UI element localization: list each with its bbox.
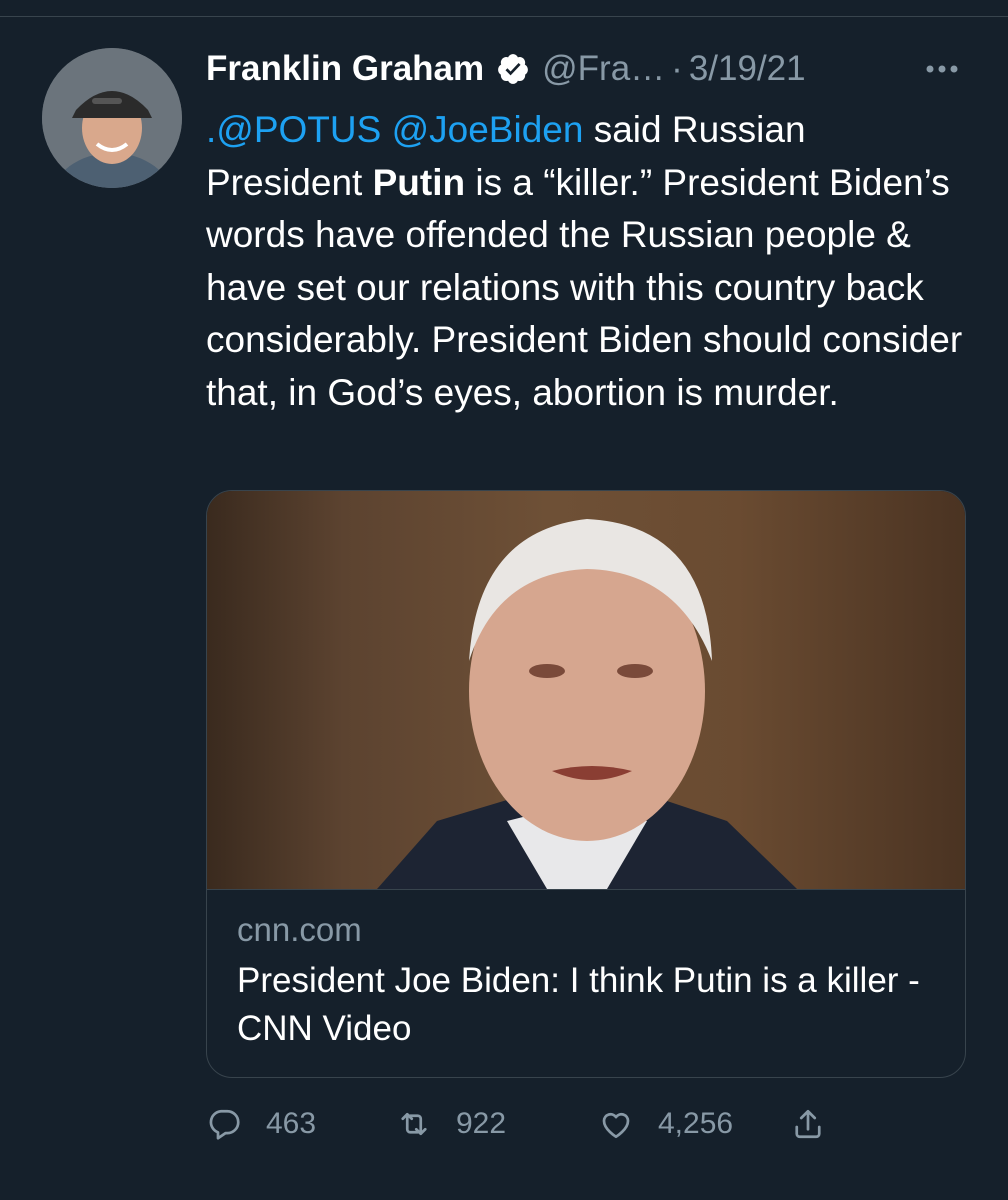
link-card-image xyxy=(207,491,965,890)
author-avatar[interactable] xyxy=(42,48,182,188)
mention-joebiden[interactable]: @JoeBiden xyxy=(392,109,584,150)
retweet-button[interactable]: 922 xyxy=(396,1100,506,1148)
reply-button[interactable]: 463 xyxy=(206,1100,316,1148)
author-display-name[interactable]: Franklin Graham xyxy=(206,49,484,89)
link-card-title: President Joe Biden: I think Putin is a … xyxy=(237,961,920,1048)
retweet-icon xyxy=(401,1112,427,1136)
verified-badge-icon xyxy=(496,52,530,86)
header-separator: · xyxy=(671,49,683,88)
tweet-text: .@POTUS @JoeBiden said Russian President… xyxy=(206,104,966,419)
link-card[interactable]: cnn.com President Joe Biden: I think Put… xyxy=(206,490,966,1078)
retweet-count: 922 xyxy=(456,1107,507,1140)
share-button[interactable] xyxy=(790,1100,826,1148)
reply-count: 463 xyxy=(266,1107,317,1140)
link-card-domain: cnn.com xyxy=(237,911,362,948)
reply-icon xyxy=(209,1109,240,1140)
tweet-view: Franklin Graham @Fra… · 3/19/21 .@POTUS … xyxy=(0,0,1008,1200)
like-count: 4,256 xyxy=(658,1107,734,1140)
tweet-date[interactable]: 3/19/21 xyxy=(689,49,806,89)
tweet-text-bold-putin: Putin xyxy=(372,161,466,203)
mention-potus[interactable]: .@POTUS xyxy=(206,109,381,150)
like-button[interactable]: 4,256 xyxy=(598,1100,733,1148)
card-photo xyxy=(377,519,797,889)
heart-icon xyxy=(602,1112,630,1139)
top-divider xyxy=(0,16,1008,17)
tweet-header: Franklin Graham @Fra… · 3/19/21 xyxy=(206,46,806,92)
share-icon xyxy=(795,1109,821,1139)
more-options-icon[interactable] xyxy=(922,55,962,83)
author-handle[interactable]: @Fra… xyxy=(542,49,665,89)
tweet-actions: 463 922 4,256 xyxy=(206,1100,966,1148)
avatar-photo xyxy=(42,48,182,188)
